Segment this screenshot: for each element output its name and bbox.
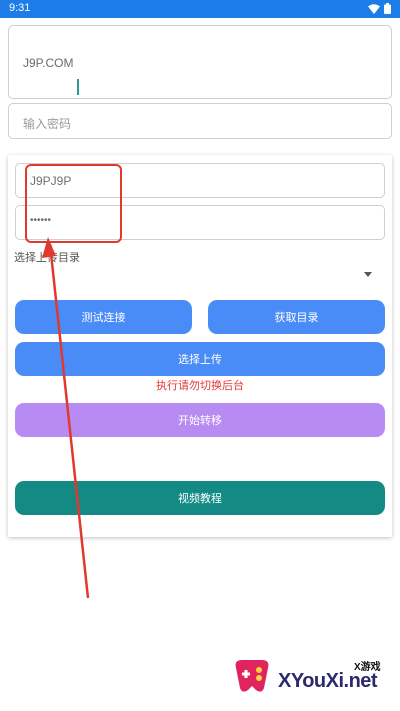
watermark: X游戏 XYouXi.net: [226, 646, 396, 710]
watermark-site-text: XYouXi.net: [278, 670, 378, 692]
annotation-arrow: [42, 237, 90, 599]
gamepad-logo-icon: [235, 660, 269, 692]
